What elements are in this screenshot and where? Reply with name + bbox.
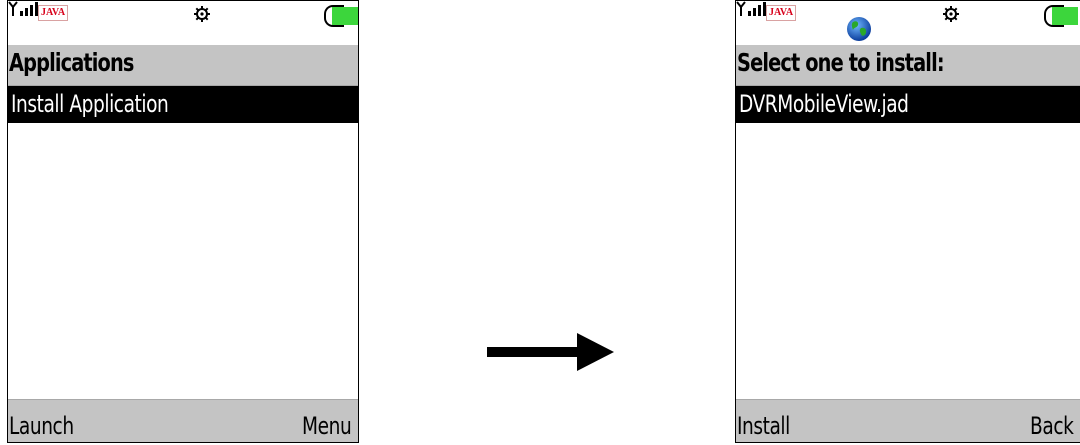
file-list: DVRMobileView.jad <box>736 86 1080 123</box>
signal-icon <box>736 1 766 16</box>
list-item-dvrmobileview-jad[interactable]: DVRMobileView.jad <box>736 86 1080 123</box>
globe-icon <box>847 17 871 41</box>
settings-icon <box>194 6 210 22</box>
phone-screen-applications: JAVA Applications Install Application La… <box>7 0 359 443</box>
status-bar: JAVA <box>736 1 1080 45</box>
java-icon: JAVA <box>38 5 68 21</box>
install-softkey[interactable]: Install <box>737 412 790 440</box>
launch-softkey[interactable]: Launch <box>9 412 74 440</box>
softkey-bar: Install Back <box>736 399 1080 442</box>
app-list: Install Application <box>8 86 358 123</box>
signal-icon <box>8 1 38 16</box>
title-bar: Applications <box>8 45 358 86</box>
right-arrow-icon <box>487 333 614 371</box>
stage: JAVA Applications Install Application La… <box>0 0 1080 445</box>
back-softkey[interactable]: Back <box>1030 412 1074 440</box>
phone-screen-select-install: JAVA Select one to install: DVRMobileVie… <box>735 0 1080 443</box>
softkey-bar: Launch Menu <box>8 399 358 442</box>
list-item-label: Install Application <box>11 90 169 118</box>
page-title: Select one to install: <box>737 48 945 77</box>
battery-icon <box>1044 5 1080 27</box>
java-icon: JAVA <box>766 5 796 21</box>
title-bar: Select one to install: <box>736 45 1080 86</box>
status-bar: JAVA <box>8 1 358 45</box>
menu-softkey[interactable]: Menu <box>302 412 352 440</box>
page-title: Applications <box>9 48 134 77</box>
settings-icon <box>943 6 959 22</box>
list-item-label: DVRMobileView.jad <box>739 90 909 118</box>
battery-icon <box>324 5 358 27</box>
list-item-install-application[interactable]: Install Application <box>8 86 358 123</box>
